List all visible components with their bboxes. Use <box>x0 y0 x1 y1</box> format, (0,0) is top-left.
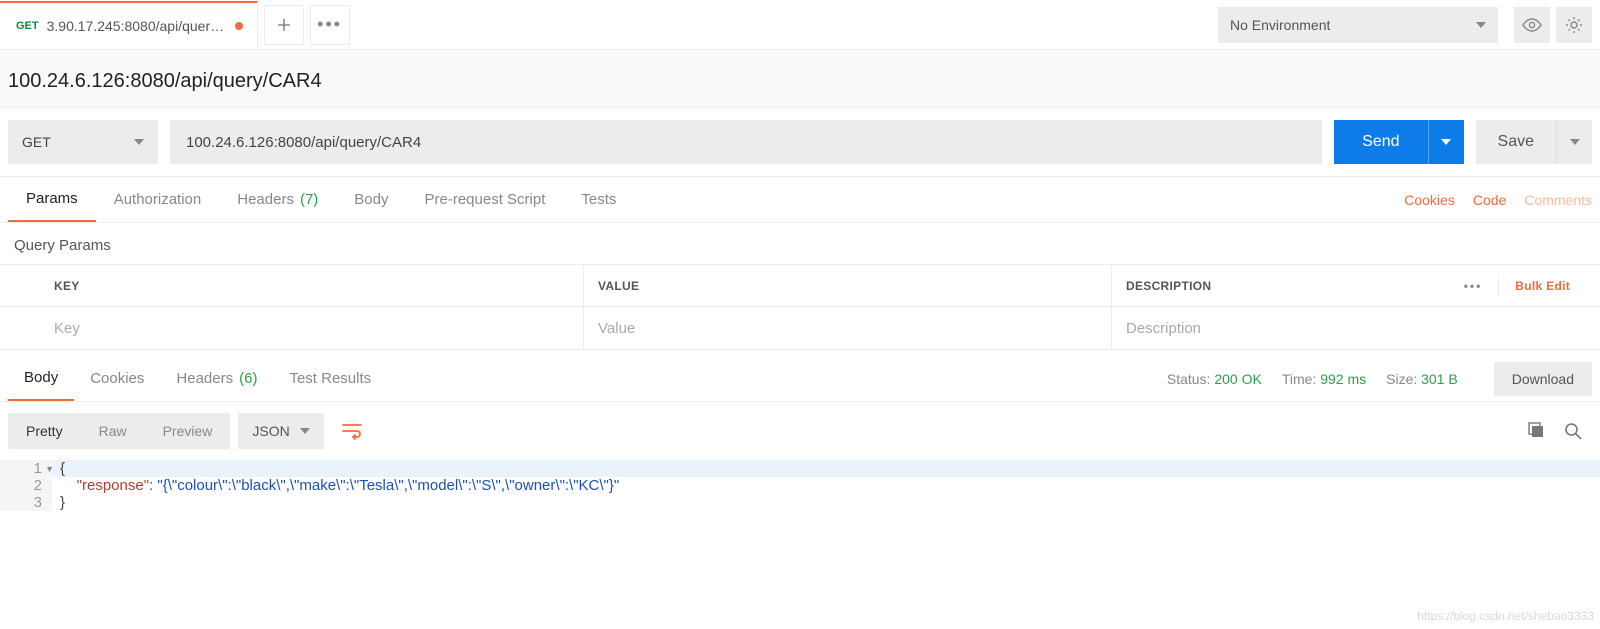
params-new-row <box>0 307 1600 349</box>
size-value: 301 B <box>1421 371 1458 387</box>
col-description: DESCRIPTION ••• Bulk Edit <box>1112 265 1600 306</box>
code-line: 2 "response": "{\"colour\":\"black\",\"m… <box>0 477 1600 494</box>
eye-icon <box>1522 18 1542 32</box>
environment-label: No Environment <box>1230 17 1330 33</box>
search-icon[interactable] <box>1564 422 1582 440</box>
chevron-down-icon <box>134 139 144 145</box>
col-value: VALUE <box>584 265 1112 306</box>
response-body: 1▼ { 2 "response": "{\"colour\":\"black\… <box>0 460 1600 511</box>
link-code[interactable]: Code <box>1473 192 1506 208</box>
save-options-button[interactable] <box>1556 120 1592 164</box>
format-value: JSON <box>252 423 289 439</box>
line-number: 1▼ <box>0 460 52 477</box>
wrap-lines-button[interactable] <box>332 412 372 450</box>
url-bar: GET Send Save <box>0 108 1600 177</box>
line-number: 3 <box>0 494 52 511</box>
method-value: GET <box>22 134 51 150</box>
chevron-down-icon <box>1476 22 1486 28</box>
resp-tab-headers[interactable]: Headers(6) <box>160 356 273 401</box>
view-preview[interactable]: Preview <box>145 413 231 449</box>
bulk-edit-link[interactable]: Bulk Edit <box>1515 279 1570 293</box>
code-line: 1▼ { <box>0 460 1600 477</box>
chevron-down-icon <box>1441 139 1451 145</box>
wrap-icon <box>341 422 363 440</box>
params-header-row: KEY VALUE DESCRIPTION ••• Bulk Edit <box>0 265 1600 307</box>
divider <box>1498 276 1499 296</box>
send-button[interactable]: Send <box>1334 120 1463 164</box>
link-cookies[interactable]: Cookies <box>1404 192 1455 208</box>
copy-icon[interactable] <box>1528 422 1546 440</box>
param-key-input[interactable] <box>54 320 569 337</box>
view-pretty[interactable]: Pretty <box>8 413 81 449</box>
tab-tests[interactable]: Tests <box>563 177 634 222</box>
view-mode-group: Pretty Raw Preview <box>8 413 230 449</box>
chevron-down-icon <box>300 428 310 434</box>
download-button[interactable]: Download <box>1494 362 1592 396</box>
column-options-button[interactable]: ••• <box>1464 279 1483 293</box>
environment-quick-look-button[interactable] <box>1514 7 1550 43</box>
tab-headers[interactable]: Headers(7) <box>219 177 336 222</box>
response-tabs: Body Cookies Headers(6) Test Results Sta… <box>0 356 1600 402</box>
request-name: 100.24.6.126:8080/api/query/CAR4 <box>0 50 1600 108</box>
link-comments[interactable]: Comments <box>1524 192 1592 208</box>
plus-icon <box>277 18 291 32</box>
chevron-down-icon <box>1570 139 1580 145</box>
tab-options-button[interactable]: ••• <box>310 5 350 45</box>
tab-authorization[interactable]: Authorization <box>96 177 220 222</box>
fold-icon[interactable]: ▼ <box>45 464 54 474</box>
resp-tab-test-results[interactable]: Test Results <box>273 356 387 401</box>
format-select[interactable]: JSON <box>238 413 323 449</box>
response-meta: Status: 200 OK Time: 992 ms Size: 301 B … <box>1167 362 1592 396</box>
method-select[interactable]: GET <box>8 120 158 164</box>
request-tab[interactable]: GET 3.90.17.245:8080/api/query/CA... <box>0 1 258 49</box>
save-label: Save <box>1476 133 1556 151</box>
tab-prerequest[interactable]: Pre-request Script <box>407 177 564 222</box>
new-tab-button[interactable] <box>264 5 304 45</box>
send-options-button[interactable] <box>1428 120 1464 164</box>
settings-button[interactable] <box>1556 7 1592 43</box>
view-raw[interactable]: Raw <box>81 413 145 449</box>
tab-body[interactable]: Body <box>336 177 406 222</box>
dirty-indicator-icon <box>235 22 243 30</box>
resp-tab-cookies[interactable]: Cookies <box>74 356 160 401</box>
environment-select[interactable]: No Environment <box>1218 7 1498 43</box>
tab-params[interactable]: Params <box>8 177 96 222</box>
line-number: 2 <box>0 477 52 494</box>
more-icon: ••• <box>317 14 342 35</box>
request-tabs: Params Authorization Headers(7) Body Pre… <box>0 177 1600 223</box>
time-value: 992 ms <box>1320 371 1366 387</box>
time-label: Time: <box>1282 371 1316 387</box>
code-line: 3 } <box>0 494 1600 511</box>
params-table: KEY VALUE DESCRIPTION ••• Bulk Edit <box>0 264 1600 350</box>
status-value: 200 OK <box>1214 371 1261 387</box>
send-label: Send <box>1334 133 1427 151</box>
response-body-toolbar: Pretty Raw Preview JSON <box>0 402 1600 460</box>
url-input[interactable] <box>170 120 1322 164</box>
param-value-input[interactable] <box>598 320 1097 337</box>
top-bar: GET 3.90.17.245:8080/api/query/CA... •••… <box>0 0 1600 50</box>
size-label: Size: <box>1386 371 1417 387</box>
col-key: KEY <box>40 265 584 306</box>
save-button[interactable]: Save <box>1476 120 1592 164</box>
param-description-input[interactable] <box>1126 320 1586 337</box>
query-params-heading: Query Params <box>0 223 1600 264</box>
watermark: https://blog.csdn.net/shebao3333 <box>1417 609 1594 623</box>
status-label: Status: <box>1167 371 1211 387</box>
gear-icon <box>1565 16 1583 34</box>
tab-method: GET <box>16 20 39 32</box>
resp-tab-body[interactable]: Body <box>8 356 74 401</box>
tab-title: 3.90.17.245:8080/api/query/CA... <box>47 18 227 34</box>
